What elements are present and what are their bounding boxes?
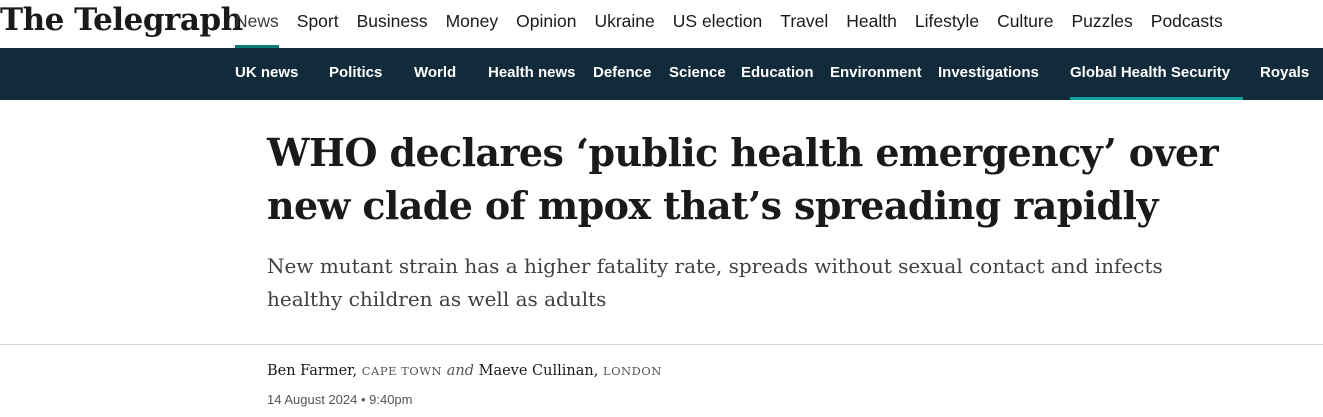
main-nav-us-election[interactable]: US election: [673, 0, 763, 48]
article-headline: WHO declares ‘public health emergency’ o…: [267, 126, 1247, 232]
section-nav-defence[interactable]: Defence: [593, 48, 651, 100]
main-nav-puzzles[interactable]: Puzzles: [1071, 0, 1132, 48]
main-nav-culture[interactable]: Culture: [997, 0, 1053, 48]
top-bar: The Telegraph News Sport Business Money …: [0, 0, 1323, 48]
section-nav: UK news Politics World Health news Defen…: [0, 48, 1323, 100]
article-byline: Ben Farmer, CAPE TOWN and Maeve Cullinan…: [267, 363, 662, 379]
publish-date: 14 August 2024 • 9:40pm: [267, 392, 413, 407]
headline-line-1: WHO declares ‘public health emergency’ o…: [267, 130, 1219, 175]
section-nav-health-news[interactable]: Health news: [488, 48, 576, 100]
section-nav-education[interactable]: Education: [741, 48, 814, 100]
section-nav-world[interactable]: World: [414, 48, 456, 100]
main-nav-opinion[interactable]: Opinion: [516, 0, 576, 48]
header-divider: [0, 344, 1323, 345]
main-nav-lifestyle[interactable]: Lifestyle: [915, 0, 979, 48]
standfirst-line-2: healthy children as well as adults: [267, 287, 607, 311]
main-nav-money[interactable]: Money: [446, 0, 499, 48]
byline-conjunction: and: [446, 363, 474, 379]
main-nav-ukraine[interactable]: Ukraine: [594, 0, 654, 48]
author-location-2: LONDON: [602, 364, 662, 378]
section-nav-uk-news[interactable]: UK news: [235, 48, 298, 100]
main-nav-podcasts[interactable]: Podcasts: [1151, 0, 1223, 48]
author-link-maeve-cullinan[interactable]: Maeve Cullinan,: [479, 363, 599, 379]
author-location-1: CAPE TOWN: [361, 364, 443, 378]
section-nav-science[interactable]: Science: [669, 48, 726, 100]
main-nav: News Sport Business Money Opinion Ukrain…: [235, 0, 1241, 48]
author-link-ben-farmer[interactable]: Ben Farmer,: [267, 363, 357, 379]
main-nav-sport[interactable]: Sport: [297, 0, 339, 48]
section-nav-global-health-security[interactable]: Global Health Security: [1070, 48, 1243, 100]
main-nav-news[interactable]: News: [235, 0, 279, 48]
main-nav-business[interactable]: Business: [357, 0, 428, 48]
headline-line-2: new clade of mpox that’s spreading rapid…: [267, 183, 1158, 228]
section-nav-politics[interactable]: Politics: [329, 48, 382, 100]
article-standfirst: New mutant strain has a higher fatality …: [267, 250, 1227, 316]
telegraph-logo[interactable]: The Telegraph: [0, 2, 243, 38]
main-nav-travel[interactable]: Travel: [780, 0, 828, 48]
section-nav-investigations[interactable]: Investigations: [938, 48, 1039, 100]
section-nav-royals[interactable]: Royals: [1260, 48, 1309, 100]
section-nav-environment[interactable]: Environment: [830, 48, 922, 100]
main-nav-health[interactable]: Health: [846, 0, 897, 48]
standfirst-line-1: New mutant strain has a higher fatality …: [267, 254, 1163, 278]
